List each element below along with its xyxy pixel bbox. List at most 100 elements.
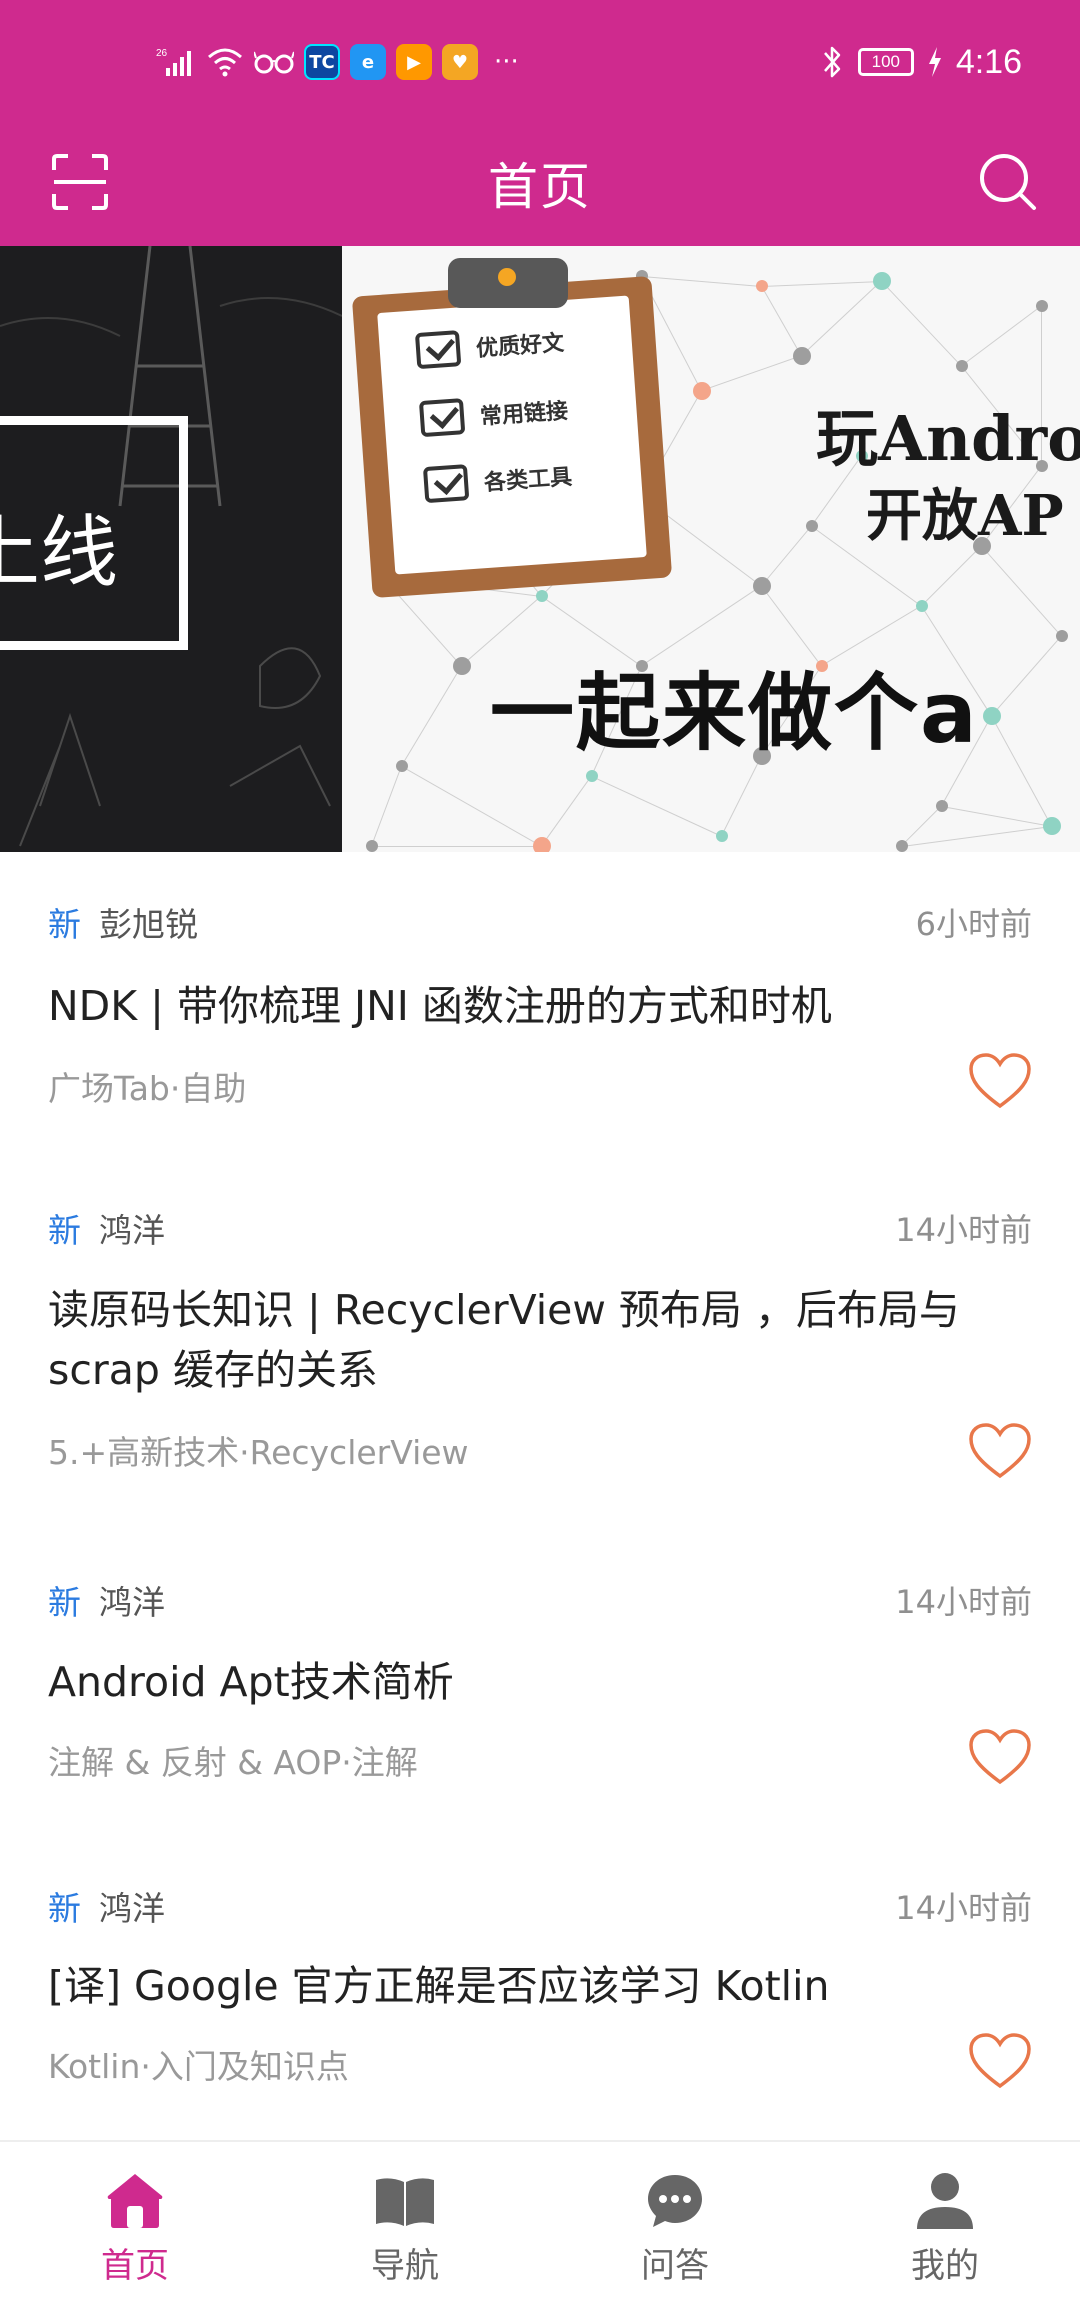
bluetooth-icon bbox=[823, 46, 841, 78]
article-time: 14小时前 bbox=[895, 1211, 1032, 1249]
network-line bbox=[961, 305, 1042, 366]
signal-icon: 26 bbox=[156, 48, 191, 76]
new-tag: 新 bbox=[48, 1889, 81, 1928]
chat-icon-wrap bbox=[644, 2170, 706, 2232]
article-time: 6小时前 bbox=[915, 905, 1032, 943]
charging-icon bbox=[928, 47, 941, 77]
network-node bbox=[586, 770, 598, 782]
network-node bbox=[896, 840, 908, 852]
banner-carousel[interactable]: 上线 优质好文 常用链接 各类工具 玩Andro 开放AP 一起来做个a bbox=[0, 246, 1080, 852]
network-node bbox=[366, 840, 378, 852]
clock: 4:16 bbox=[955, 42, 1022, 81]
article-author[interactable]: 鸿洋 bbox=[99, 1576, 165, 1624]
banner-title-line1: 玩Androi bbox=[816, 402, 1080, 475]
article-item[interactable]: 新 鸿洋 14小时前 Android Apt技术简析 注解 & 反射 & AOP… bbox=[0, 1530, 1080, 1836]
network-line bbox=[901, 805, 942, 846]
banner-left-text: 上线 bbox=[0, 508, 119, 598]
home-icon bbox=[107, 2174, 163, 2228]
app-root: 26 TC e ▶ ♥ ··· 100 4:16 首页 上线 优质好文 常用链接… bbox=[0, 0, 1080, 2310]
article-list: 新 彭旭锐 6小时前 NDK | 带你梳理 JNI 函数注册的方式和时机 广场T… bbox=[0, 852, 1080, 2136]
network-node bbox=[453, 657, 471, 675]
network-node bbox=[533, 837, 551, 852]
article-title[interactable]: NDK | 带你梳理 JNI 函数注册的方式和时机 bbox=[48, 976, 1032, 1036]
nav-tab-navigation[interactable]: 导航 bbox=[270, 2142, 540, 2310]
article-author[interactable]: 鸿洋 bbox=[99, 1882, 165, 1930]
network-line bbox=[721, 755, 762, 836]
network-line bbox=[372, 846, 542, 847]
article-time: 14小时前 bbox=[895, 1889, 1032, 1927]
network-node bbox=[793, 347, 811, 365]
favorite-heart-icon[interactable] bbox=[968, 1422, 1032, 1480]
network-line bbox=[762, 281, 883, 287]
nav-label: 我的 bbox=[911, 2246, 979, 2286]
article-category[interactable]: 注解 & 反射 & AOP·注解 bbox=[48, 1736, 418, 1784]
banner-slide-current[interactable]: 优质好文 常用链接 各类工具 玩Androi 开放AP 一起来做个a bbox=[342, 246, 1080, 852]
network-node bbox=[536, 590, 548, 602]
nav-tab-qa[interactable]: 问答 bbox=[540, 2142, 810, 2310]
network-node bbox=[873, 272, 891, 290]
article-category[interactable]: 广场Tab·自助 bbox=[48, 1062, 246, 1110]
network-node bbox=[916, 600, 928, 612]
new-tag: 新 bbox=[48, 1583, 81, 1622]
battery-indicator: 100 bbox=[857, 48, 914, 76]
clipboard-illustration: 优质好文 常用链接 各类工具 bbox=[351, 258, 673, 599]
banner-slide-previous[interactable]: 上线 bbox=[0, 246, 342, 852]
checkbox-icon bbox=[418, 398, 466, 438]
network-line bbox=[591, 776, 722, 837]
network-node bbox=[716, 830, 728, 842]
network-line bbox=[991, 635, 1062, 716]
new-tag: 新 bbox=[48, 905, 81, 944]
network-node bbox=[1043, 817, 1061, 835]
network-node bbox=[396, 760, 408, 772]
article-item[interactable]: 新 鸿洋 14小时前 读原码长知识 | RecyclerView 预布局 ，后布… bbox=[0, 1158, 1080, 1530]
home-icon-wrap bbox=[104, 2170, 166, 2232]
nav-tab-mine[interactable]: 我的 bbox=[810, 2142, 1080, 2310]
network-line bbox=[401, 665, 462, 766]
article-time: 14小时前 bbox=[895, 1583, 1032, 1621]
new-tag: 新 bbox=[48, 1211, 81, 1250]
chat-icon bbox=[648, 2175, 702, 2227]
network-line bbox=[371, 765, 402, 846]
favorite-heart-icon[interactable] bbox=[968, 2032, 1032, 2090]
network-node bbox=[806, 520, 818, 532]
banner-slogan: 一起来做个a bbox=[490, 664, 979, 762]
favorite-heart-icon[interactable] bbox=[968, 1728, 1032, 1786]
article-title[interactable]: Android Apt技术简析 bbox=[48, 1652, 1032, 1712]
user-icon bbox=[917, 2173, 973, 2229]
tc-app-icon: TC bbox=[304, 44, 340, 80]
checklist-label: 常用链接 bbox=[479, 398, 569, 430]
checkbox-icon bbox=[422, 464, 470, 504]
app-bar: 首页 bbox=[0, 120, 1080, 246]
network-node bbox=[956, 360, 968, 372]
nav-tab-home[interactable]: 首页 bbox=[0, 2142, 270, 2310]
article-category[interactable]: 5.+高新技术·RecyclerView bbox=[48, 1426, 469, 1474]
search-button[interactable] bbox=[966, 140, 1050, 224]
network-line bbox=[941, 806, 1052, 827]
nav-label: 问答 bbox=[641, 2246, 709, 2286]
more-notifications-icon: ··· bbox=[494, 47, 519, 77]
network-node bbox=[1036, 300, 1048, 312]
article-item[interactable]: 新 鸿洋 14小时前 [译] Google 官方正解是否应该学习 Kotlin … bbox=[0, 1836, 1080, 2136]
article-title[interactable]: [译] Google 官方正解是否应该学习 Kotlin bbox=[48, 1956, 1032, 2016]
article-meta: 新 鸿洋 14小时前 bbox=[48, 1208, 1032, 1250]
network-node bbox=[983, 707, 1001, 725]
checkbox-icon bbox=[414, 330, 462, 370]
article-item[interactable]: 新 彭旭锐 6小时前 NDK | 带你梳理 JNI 函数注册的方式和时机 广场T… bbox=[0, 852, 1080, 1158]
network-type-label: 26 bbox=[156, 48, 168, 59]
article-title[interactable]: 读原码长知识 | RecyclerView 预布局 ，后布局与 scrap 缓存… bbox=[48, 1280, 1032, 1400]
network-line bbox=[701, 355, 802, 391]
article-author[interactable]: 彭旭锐 bbox=[99, 898, 198, 946]
article-author[interactable]: 鸿洋 bbox=[99, 1204, 165, 1252]
nav-label: 首页 bbox=[101, 2246, 169, 2286]
favorite-heart-icon[interactable] bbox=[968, 1052, 1032, 1110]
article-meta: 新 鸿洋 14小时前 bbox=[48, 1886, 1032, 1928]
network-node bbox=[1056, 630, 1068, 642]
article-category[interactable]: Kotlin·入门及知识点 bbox=[48, 2040, 349, 2088]
glasses-icon bbox=[254, 51, 294, 74]
network-line bbox=[801, 280, 882, 356]
browser-app-icon: e bbox=[350, 44, 386, 80]
network-line bbox=[921, 545, 982, 606]
book-icon bbox=[376, 2178, 434, 2226]
book-icon-wrap bbox=[374, 2170, 436, 2232]
user-icon-wrap bbox=[914, 2170, 976, 2232]
